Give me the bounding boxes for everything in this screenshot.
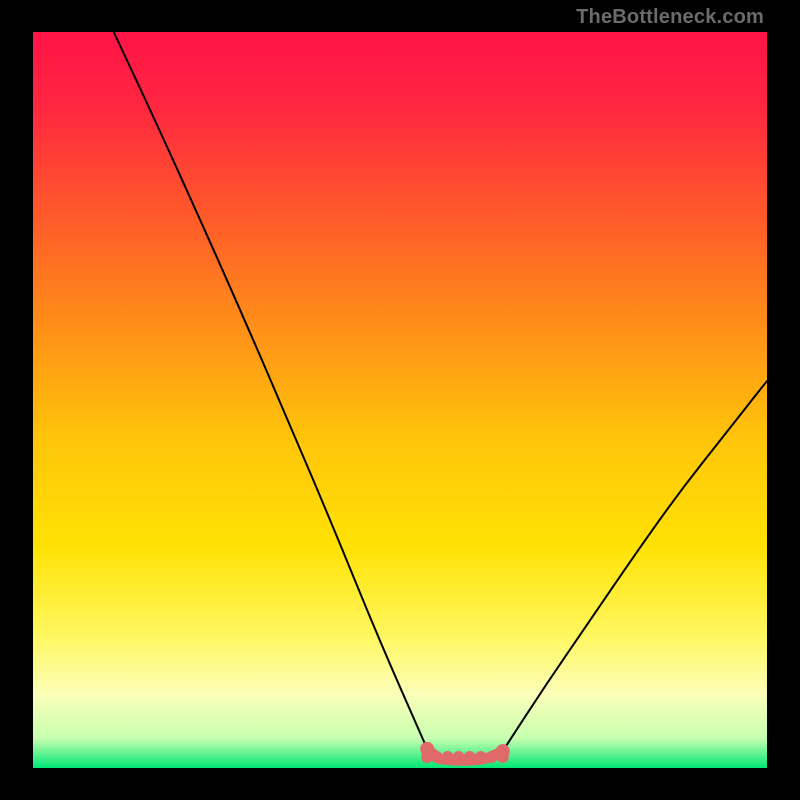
flat-marker — [453, 751, 465, 763]
bottleneck-chart — [33, 32, 767, 768]
flat-end-marker — [496, 744, 510, 758]
flat-marker — [464, 751, 476, 763]
attribution-label: TheBottleneck.com — [576, 6, 764, 29]
flat-marker — [486, 751, 498, 763]
flat-end-marker — [420, 742, 434, 756]
flat-marker — [442, 751, 454, 763]
gradient-background — [33, 32, 767, 768]
flat-marker — [475, 751, 487, 763]
chart-frame — [33, 32, 767, 768]
